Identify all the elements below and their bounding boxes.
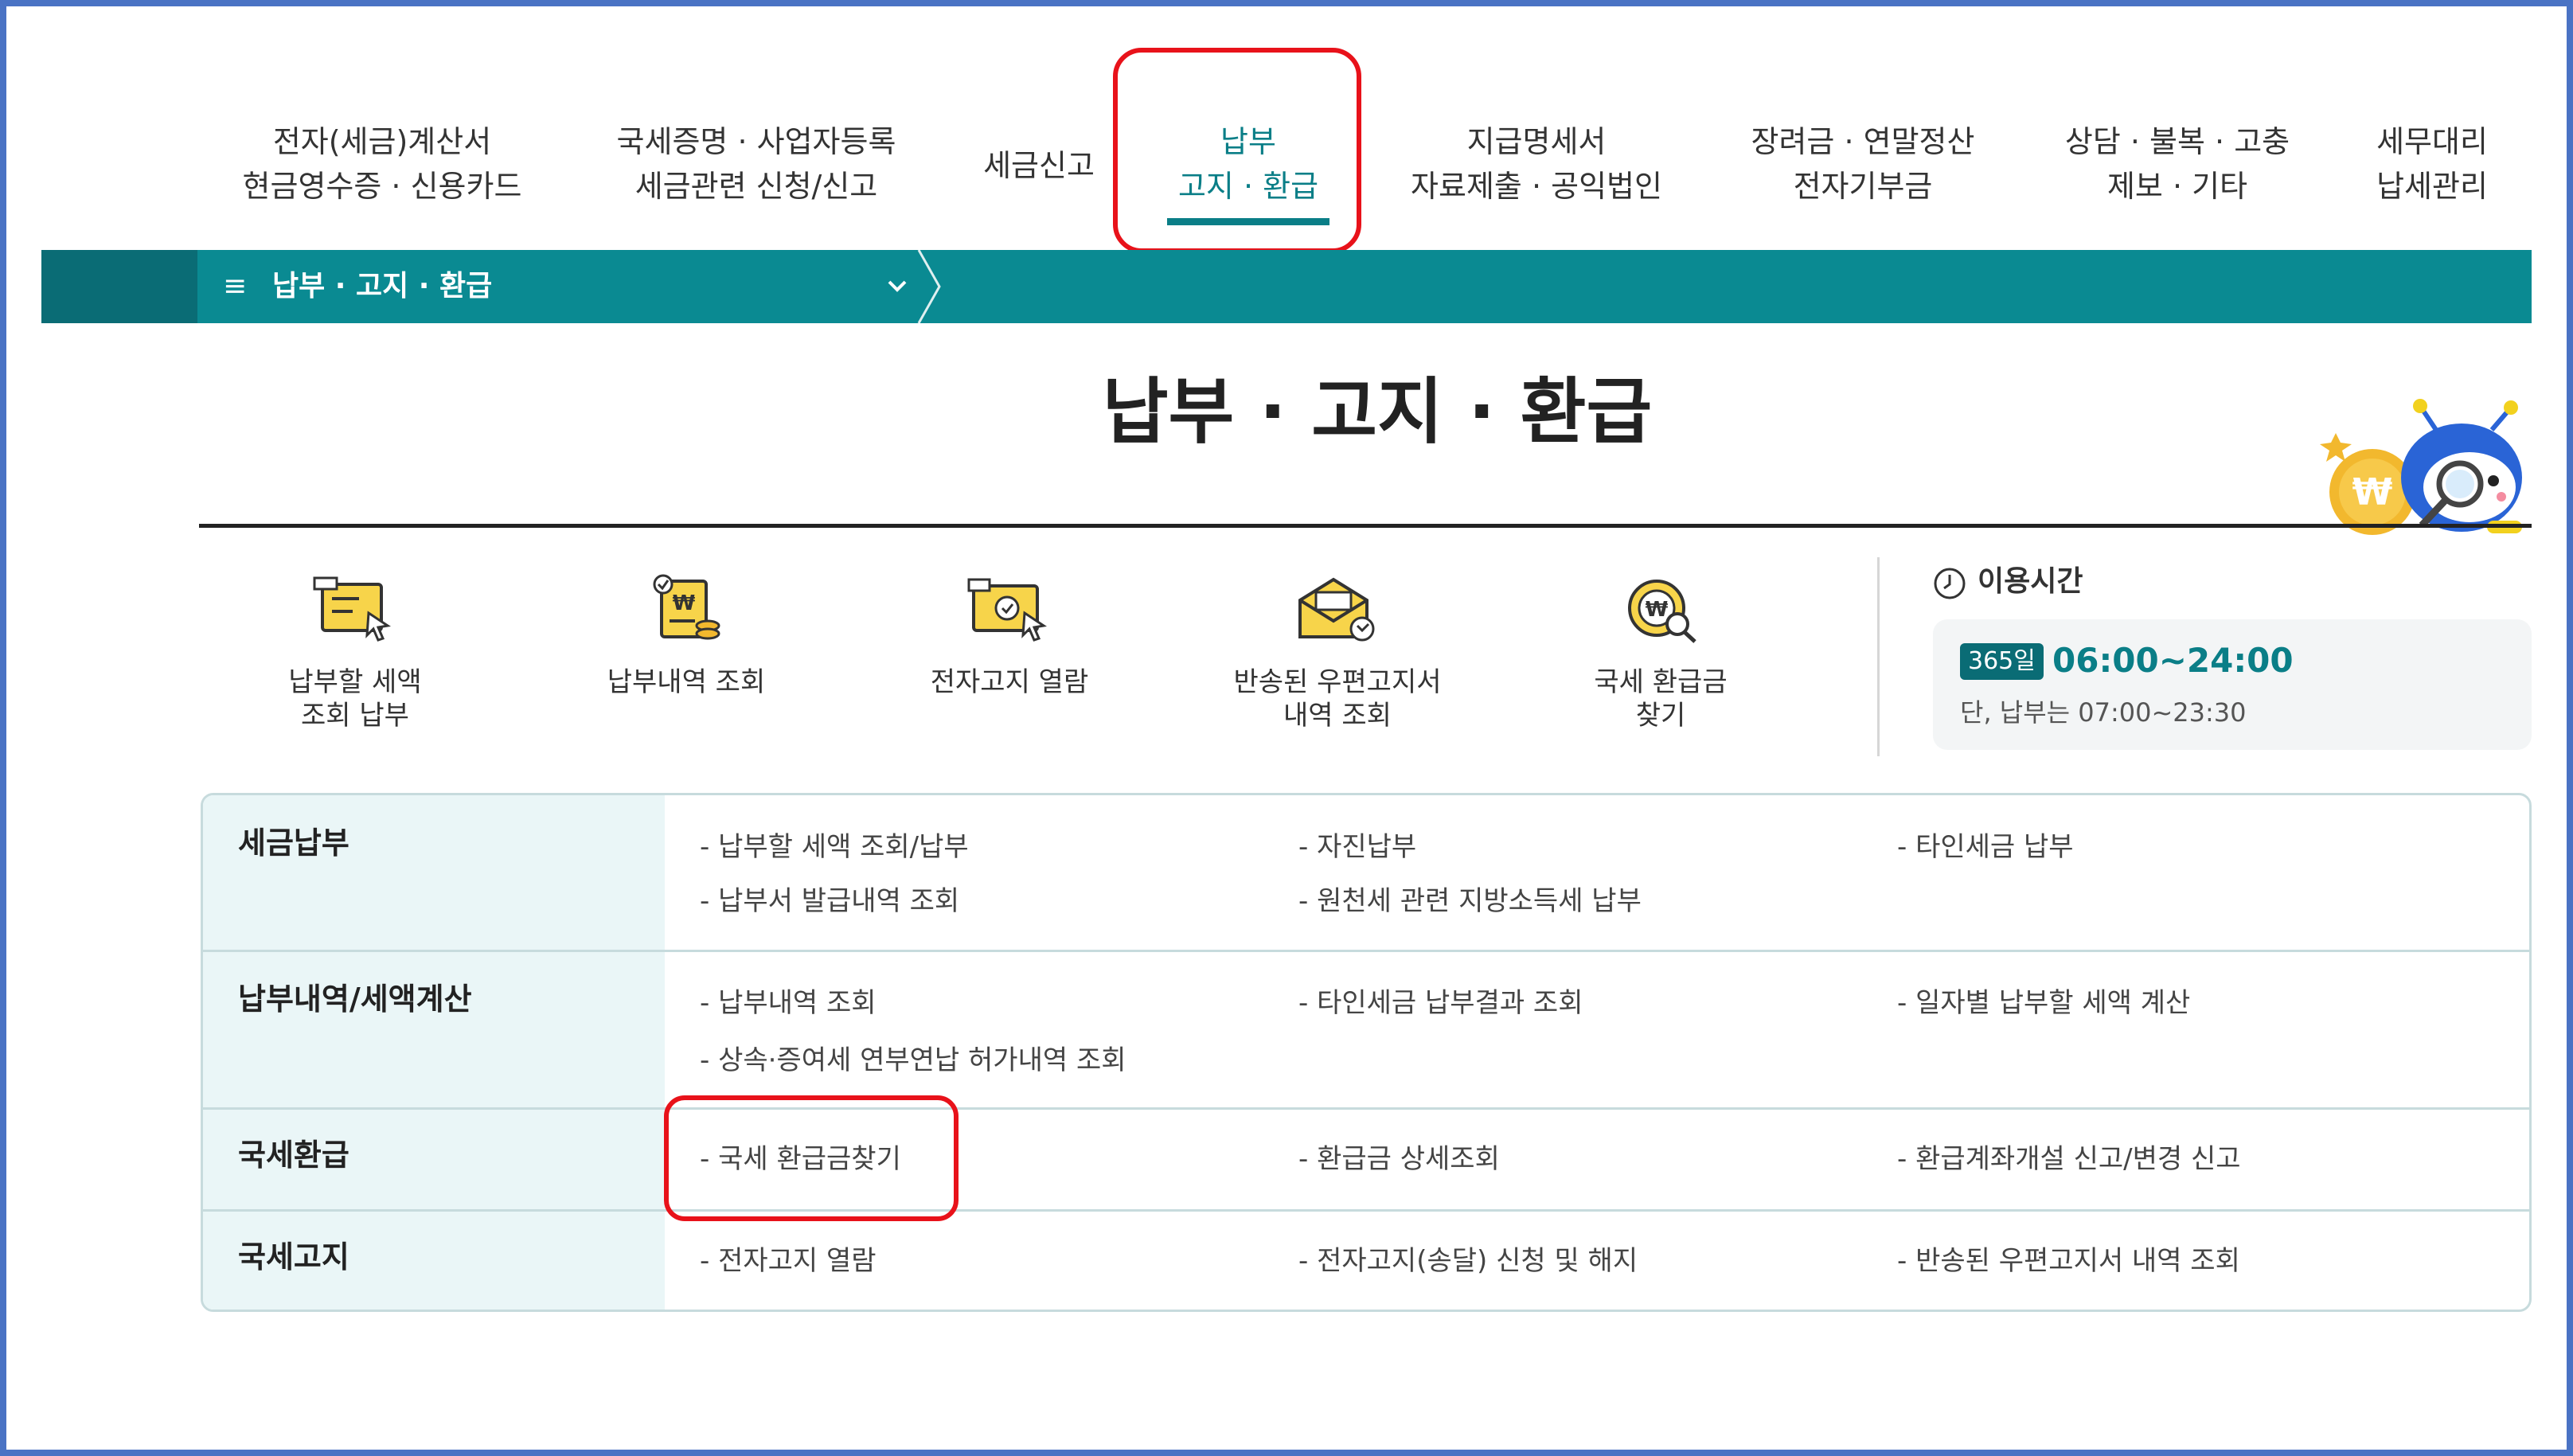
nav-item-line1: 세무대리 [2376, 124, 2488, 159]
link-payment-slip-history[interactable]: - 납부서 발급내역 조회 [700, 881, 959, 921]
link-self-payment[interactable]: - 자진납부 [1298, 827, 1416, 867]
hours-time: 06:00~24:00 [2052, 641, 2294, 680]
nav-item-statements[interactable]: 지급명세서 자료제출 · 공익법인 [1385, 119, 1688, 209]
hours-heading-text: 이용시간 [1978, 565, 2083, 598]
table-head-column [203, 795, 665, 1310]
badge-365: 365일 [1960, 643, 2044, 680]
link-payment-history[interactable]: - 납부내역 조회 [700, 983, 877, 1023]
nav-item-line2: 현금영수증 · 신용카드 [242, 169, 522, 204]
refund-search-icon: ₩ [1628, 580, 1696, 643]
row-title-tax-refund: 국세환급 [238, 1138, 349, 1173]
link-local-income-tax-payment[interactable]: - 원천세 관련 지방소득세 납부 [1298, 881, 1642, 921]
quick-link-label: 국세 환급금 [1594, 666, 1728, 698]
nav-item-line1: 국세증명 · 사업자등록 [616, 124, 896, 159]
link-others-tax-payment[interactable]: - 타인세금 납부 [1897, 827, 2074, 867]
nav-item-e-invoice[interactable]: 전자(세금)계산서 현금영수증 · 신용카드 [223, 119, 541, 209]
svg-text:₩: ₩ [1646, 598, 1669, 622]
tax-invoice-icon [313, 576, 391, 642]
quick-link-label-2: 조회 납부 [301, 700, 409, 732]
quick-link-label: 반송된 우편고지서 [1233, 666, 1442, 698]
row-title-tax-notice: 국세고지 [238, 1239, 349, 1274]
quick-link-label: 납부내역 조회 [607, 666, 766, 698]
page-title: 납부 · 고지 · 환급 [1102, 370, 1653, 454]
quick-link-refund-search[interactable]: ₩ 국세 환급금 찾기 [1541, 573, 1780, 732]
hours-heading: 이용시간 [1933, 562, 2083, 602]
nav-item-line1: 전자(세금)계산서 [272, 124, 492, 159]
nav-item-line2: 제보 · 기타 [2106, 169, 2248, 204]
highlight-box-nav [1113, 48, 1361, 253]
row-divider [203, 950, 2529, 952]
link-returned-mail-history[interactable]: - 반송된 우편고지서 내역 조회 [1897, 1241, 2240, 1281]
link-e-notice-view[interactable]: - 전자고지 열람 [700, 1241, 877, 1281]
link-installment-permit-history[interactable]: - 상속·증여세 연부연납 허가내역 조회 [700, 1040, 1126, 1080]
chevron-down-icon[interactable] [882, 271, 912, 301]
svg-text:₩: ₩ [2352, 470, 2393, 513]
row-title-tax-payment: 세금납부 [238, 826, 349, 861]
row-title-payment-history: 납부내역/세액계산 [238, 982, 472, 1017]
hamburger-icon[interactable]: ≡ [223, 263, 247, 310]
quick-link-returned-mail[interactable]: 반송된 우편고지서 내역 조회 [1218, 573, 1457, 732]
row-divider [203, 1209, 2529, 1212]
svg-text:₩: ₩ [673, 591, 696, 615]
nav-item-incentives[interactable]: 장려금 · 연말정산 전자기부금 [1728, 119, 1998, 209]
nav-item-line2: 자료제출 · 공익법인 [1411, 169, 1662, 204]
link-e-notice-apply-cancel[interactable]: - 전자고지(송달) 신청 및 해지 [1298, 1241, 1638, 1281]
e-notice-icon [967, 578, 1047, 642]
nav-item-certificates[interactable]: 국세증명 · 사업자등록 세금관련 신청/신고 [589, 119, 923, 209]
quick-link-label-2: 내역 조회 [1283, 700, 1392, 732]
nav-item-tax-filing[interactable]: 세금신고 [971, 143, 1107, 188]
quick-link-label: 전자고지 열람 [930, 666, 1089, 698]
quick-link-label-2: 찾기 [1635, 700, 1686, 732]
menu-bar-label[interactable]: 납부 · 고지 · 환급 [272, 263, 492, 310]
quick-link-e-notice[interactable]: 전자고지 열람 [890, 573, 1129, 699]
hours-note: 단, 납부는 07:00~23:30 [1960, 697, 2247, 728]
menu-bar-separator [917, 250, 941, 323]
returned-mail-icon [1298, 577, 1375, 642]
nav-item-line2: 전자기부금 [1793, 169, 1933, 204]
link-refund-detail[interactable]: - 환급금 상세조회 [1298, 1139, 1500, 1179]
nav-item-line2: 세금관련 신청/신고 [634, 169, 878, 204]
nav-item-tax-agent[interactable]: 세무대리 납세관리 [2356, 119, 2508, 209]
link-tax-due-payment[interactable]: - 납부할 세액 조회/납부 [700, 827, 969, 867]
quick-link-payment-history[interactable]: ₩ 납부내역 조회 [567, 573, 806, 699]
quick-link-tax-due-payment[interactable]: 납부할 세액 조회 납부 [236, 573, 474, 732]
menu-bar-home-block [41, 250, 197, 323]
nav-item-line1: 세금신고 [983, 148, 1095, 183]
quick-link-label: 납부할 세액 [288, 666, 422, 698]
title-divider [199, 524, 2532, 528]
link-refund-account-registration[interactable]: - 환급계좌개설 신고/변경 신고 [1897, 1139, 2241, 1179]
link-daily-tax-calculation[interactable]: - 일자별 납부할 세액 계산 [1897, 983, 2190, 1023]
nav-item-line2: 납세관리 [2376, 169, 2488, 204]
vertical-divider [1877, 557, 1880, 756]
service-table: 세금납부 - 납부할 세액 조회/납부 - 자진납부 - 타인세금 납부 - 납… [201, 793, 2532, 1312]
link-others-payment-result[interactable]: - 타인세금 납부결과 조회 [1298, 983, 1583, 1023]
highlight-box-refund-link [664, 1095, 959, 1221]
nav-item-consultation[interactable]: 상담 · 불복 · 고충 제보 · 기타 [2038, 119, 2317, 209]
payment-history-icon: ₩ [653, 574, 720, 640]
nav-item-line1: 지급명세서 [1466, 124, 1607, 159]
nav-item-line1: 장려금 · 연말정산 [1751, 124, 1975, 159]
mascot-coin-illustration: ₩ [2320, 399, 2522, 535]
nav-item-line1: 상담 · 불복 · 고충 [2064, 124, 2290, 159]
row-divider [203, 1107, 2529, 1110]
